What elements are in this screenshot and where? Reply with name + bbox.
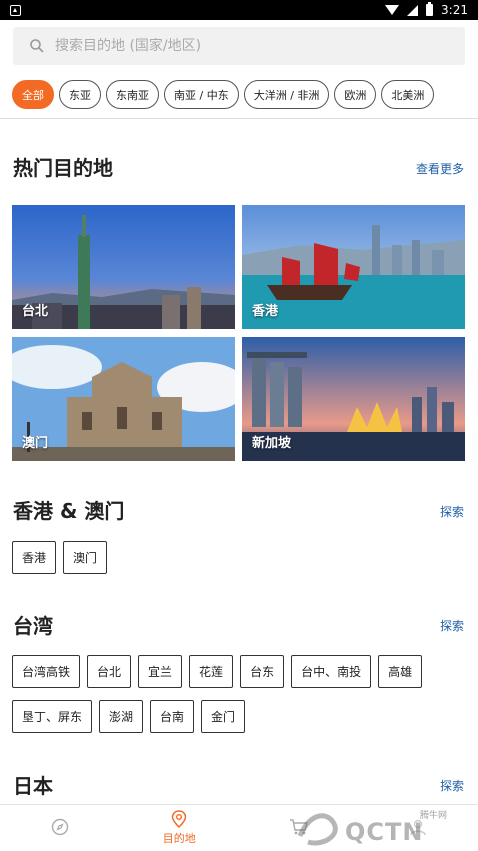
region-chip-europe[interactable]: 欧洲: [334, 80, 377, 109]
tag-kenting-pingtung[interactable]: 垦丁、屏东: [12, 700, 93, 733]
watermark-small-text: 腾牛网: [420, 811, 448, 821]
tile-label: 澳门: [22, 436, 49, 451]
cart-icon: [289, 819, 308, 835]
hk-macau-tags: 香港 澳门: [12, 541, 108, 574]
destination-tile-macau[interactable]: 澳门: [12, 337, 235, 461]
tag-kaohsiung[interactable]: 高雄: [378, 655, 423, 688]
view-more-link[interactable]: 查看更多: [416, 160, 464, 177]
destination-tile-singapore[interactable]: 新加坡: [242, 337, 465, 461]
signal-icon: [407, 4, 419, 16]
region-chip-oceania-africa[interactable]: 大洋洲 / 非洲: [243, 80, 330, 109]
destination-tile-hongkong[interactable]: 香港: [242, 205, 465, 329]
search-icon: [30, 39, 44, 53]
nav-destinations[interactable]: 目的地: [120, 805, 240, 851]
compass-icon: [51, 818, 68, 836]
tag-taichung-nantou[interactable]: 台中、南投: [291, 655, 372, 688]
region-filter: 全部 东亚 东南亚 南亚 / 中东 大洋洲 / 非洲 欧洲 北美洲: [12, 80, 435, 109]
status-time: 3:21: [441, 3, 468, 17]
tile-label: 台北: [22, 304, 49, 319]
taiwan-tags: 台湾高铁 台北 宜兰 花莲 台东 台中、南投 高雄 垦丁、屏东 澎湖 台南 金门: [12, 655, 452, 733]
search-bar[interactable]: [13, 27, 465, 65]
battery-icon: [426, 2, 434, 16]
nav-cart[interactable]: [239, 805, 359, 851]
region-chip-east-asia[interactable]: 东亚: [59, 80, 101, 109]
tile-label: 香港: [252, 304, 279, 319]
japan-explore-link[interactable]: 探索: [440, 777, 464, 794]
wifi-icon: [385, 5, 400, 15]
region-chip-all[interactable]: 全部: [12, 80, 54, 109]
tag-tainan[interactable]: 台南: [150, 700, 195, 733]
tile-label: 新加坡: [252, 436, 292, 451]
tag-hongkong[interactable]: 香港: [12, 541, 57, 574]
destination-tile-taipei[interactable]: 台北: [12, 205, 235, 329]
hk-macau-title: 香港 & 澳门: [13, 499, 125, 523]
nav-destinations-label: 目的地: [162, 832, 196, 845]
tag-taipei[interactable]: 台北: [87, 655, 132, 688]
tag-taiwan-hsr[interactable]: 台湾高铁: [12, 655, 81, 688]
tag-yilan[interactable]: 宜兰: [138, 655, 183, 688]
region-chip-north-america[interactable]: 北美洲: [381, 80, 435, 109]
japan-title: 日本: [13, 774, 53, 798]
tag-kinmen[interactable]: 金门: [201, 700, 246, 733]
region-chip-south-asia-middle-east[interactable]: 南亚 / 中东: [164, 80, 239, 109]
status-bar: 3:21: [0, 0, 478, 20]
taiwan-title: 台湾: [13, 614, 53, 638]
tag-macau[interactable]: 澳门: [63, 541, 108, 574]
popular-title: 热门目的地: [13, 156, 113, 180]
nav-explore[interactable]: [0, 805, 120, 851]
search-input[interactable]: [55, 38, 435, 54]
app-notification-icon: [10, 4, 21, 16]
taiwan-explore-link[interactable]: 探索: [440, 617, 464, 634]
tag-taitung[interactable]: 台东: [240, 655, 285, 688]
watermark-text: QCTN: [345, 818, 424, 846]
tag-hualien[interactable]: 花莲: [189, 655, 234, 688]
tag-penghu[interactable]: 澎湖: [99, 700, 144, 733]
location-pin-icon: [171, 810, 187, 828]
region-chip-southeast-asia[interactable]: 东南亚: [106, 80, 159, 109]
divider: [0, 118, 478, 119]
hk-macau-explore-link[interactable]: 探索: [440, 503, 464, 520]
